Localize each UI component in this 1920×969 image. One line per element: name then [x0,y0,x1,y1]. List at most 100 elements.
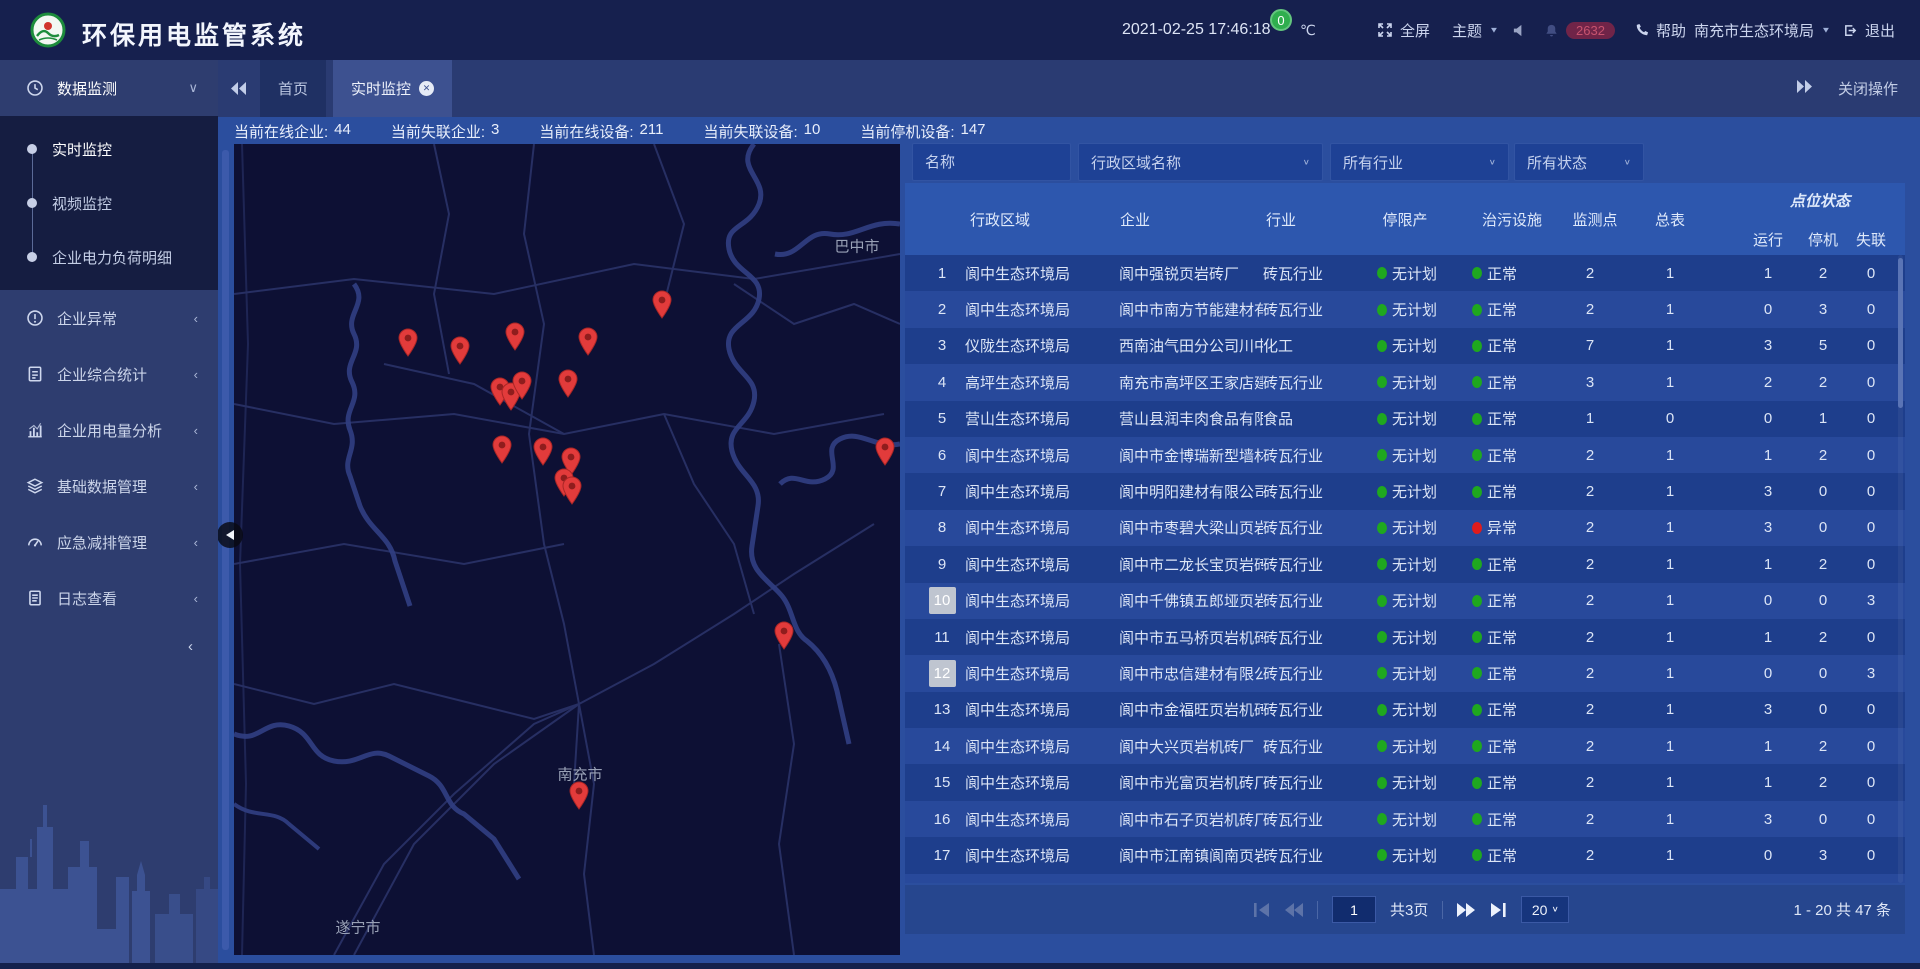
sidebar-collapse-chevron-icon[interactable]: ‹ [188,638,193,655]
map-pin-icon[interactable] [449,335,471,365]
sidebar-item-1[interactable]: 企业异常‹ [0,290,218,346]
stop-cell: 0 [1798,473,1848,509]
status-filter-select[interactable]: 所有状态 ∨ [1514,143,1644,181]
status-dot-green [1472,704,1482,716]
sidebar-subitem-0[interactable]: 实时监控 [0,122,218,176]
sidebar-subitem-1[interactable]: 视频监控 [0,176,218,230]
col-header-lost: 失联 [1846,229,1896,250]
sidebar-item-4[interactable]: 基础数据管理‹ [0,458,218,514]
tab-close-icon[interactable]: ✕ [419,81,434,96]
table-row[interactable]: 7阆中生态环境局阆中明阳建材有限公司砖瓦行业无计划正常21300 [905,473,1905,509]
industry-filter-select[interactable]: 所有行业 ∨ [1330,143,1509,181]
name-filter-input-box[interactable] [912,143,1071,181]
map-pin-icon[interactable] [577,326,599,356]
map-pin-icon[interactable] [651,289,673,319]
map-pin-icon[interactable] [532,436,554,466]
tabs-scroll-right-icon[interactable] [1796,80,1812,97]
status-dot-green [1472,595,1482,607]
region-filter-select[interactable]: 行政区域名称 ∨ [1078,143,1323,181]
sidebar-submenu: 实时监控视频监控企业电力负荷明细 [0,116,218,290]
points-cell: 2 [1565,764,1615,800]
limit-status-text: 无计划 [1392,517,1437,538]
close-operations-button[interactable]: 关闭操作 [1838,78,1898,99]
sound-mute-button[interactable] [1512,0,1527,60]
map-pin-icon[interactable] [491,434,513,464]
map-canvas[interactable]: 巴中市南充市遂宁市 [234,144,900,955]
prev-page-button[interactable] [1285,903,1303,917]
table-row[interactable]: 6阆中生态环境局阆中市金博瑞新型墙材砖瓦行业无计划正常21120 [905,437,1905,473]
table-row[interactable]: 13阆中生态环境局阆中市金福旺页岩机砖砖瓦行业无计划正常21300 [905,692,1905,728]
map-pin-icon[interactable] [511,370,533,400]
notification-area[interactable]: 2632 [1544,0,1615,60]
map-pin-icon[interactable] [397,327,419,357]
stop-cell: 2 [1798,364,1848,400]
page-number-input[interactable] [1332,896,1376,923]
speaker-icon [1512,23,1527,38]
sidebar-item-5[interactable]: 应急减排管理‹ [0,514,218,570]
table-row[interactable]: 15阆中生态环境局阆中市光富页岩机砖厂砖瓦行业无计划正常21120 [905,764,1905,800]
map-pin-icon[interactable] [504,321,526,351]
panel-collapse-toggle[interactable] [217,522,243,548]
table-row[interactable]: 5营山生态环境局营山县润丰肉食品有限食品无计划正常10010 [905,401,1905,437]
map-pin-icon[interactable] [773,620,795,650]
sidebar-item-3[interactable]: 企业用电量分析‹ [0,402,218,458]
table-row[interactable]: 12阆中生态环境局阆中市忠信建材有限公砖瓦行业无计划正常21003 [905,655,1905,691]
next-page-button[interactable] [1457,903,1475,917]
col-header-industry: 行业 [1231,209,1331,230]
row-number: 16 [929,806,956,833]
help-button[interactable]: 帮助 [1634,0,1686,60]
map-pin-icon[interactable] [874,436,896,466]
run-cell: 0 [1743,291,1793,327]
tab-1[interactable]: 实时监控✕ [333,60,452,117]
limit-status-text: 无计划 [1392,445,1437,466]
sidebar-subitem-2[interactable]: 企业电力负荷明细 [0,230,218,284]
points-cell: 2 [1565,546,1615,582]
content-scrollbar[interactable] [222,150,229,950]
table-scrollbar-thumb[interactable] [1898,258,1903,408]
table-row[interactable]: 11阆中生态环境局阆中市五马桥页岩机砖砖瓦行业无计划正常21120 [905,619,1905,655]
limit-status-cell: 无计划 [1377,401,1469,437]
meters-cell: 1 [1645,364,1695,400]
map-pin-icon[interactable] [568,780,590,810]
logout-button[interactable]: 退出 [1843,0,1895,60]
tab-0[interactable]: 首页 [260,60,326,117]
table-row[interactable]: 4高坪生态环境局南充市高坪区王家店建砖瓦行业无计划正常31220 [905,364,1905,400]
run-cell: 1 [1743,619,1793,655]
name-search-input[interactable] [925,154,1058,171]
theme-button[interactable]: 主题 ▼ [1452,0,1499,60]
chevron-left-icon: ‹ [194,479,198,494]
limit-status-cell: 无计划 [1377,583,1469,619]
run-cell: 3 [1743,510,1793,546]
table-row[interactable]: 3仪陇生态环境局西南油气田分公司川中化工无计划正常71350 [905,328,1905,364]
table-row[interactable]: 2阆中生态环境局阆中市南方节能建材有砖瓦行业无计划正常21030 [905,291,1905,327]
table-row[interactable]: 8阆中生态环境局阆中市枣碧大梁山页岩砖瓦行业无计划异常21300 [905,510,1905,546]
bullet-dot-icon [27,252,37,262]
row-number: 14 [929,733,956,760]
stop-cell: 0 [1798,692,1848,728]
map-pin-icon[interactable] [557,368,579,398]
sidebar-item-label: 企业异常 [57,308,117,329]
table-row[interactable]: 18南部生态环境局南部县砖瓦建材有限公建材加工无计划正常60060 [905,874,1905,883]
sidebar-item-6[interactable]: 日志查看‹ [0,570,218,626]
temperature-badge: 0 [1270,9,1292,31]
org-menu-button[interactable]: 南充市生态环境局 ▼ [1694,0,1831,60]
tabs-scroll-left-icon[interactable] [218,60,260,117]
fullscreen-button[interactable]: 全屏 [1377,0,1430,60]
table-row[interactable]: 16阆中生态环境局阆中市石子页岩机砖厂砖瓦行业无计划正常21300 [905,801,1905,837]
table-row[interactable]: 14阆中生态环境局阆中大兴页岩机砖厂砖瓦行业无计划正常21120 [905,728,1905,764]
sidebar-item-2[interactable]: 企业综合统计‹ [0,346,218,402]
table-row[interactable]: 10阆中生态环境局阆中千佛镇五郎垭页岩砖瓦行业无计划正常21003 [905,583,1905,619]
sidebar-item-0[interactable]: 数据监测∨ [0,60,218,116]
last-page-button[interactable] [1489,903,1507,917]
page-size-select[interactable]: 20 ∨ [1521,896,1569,923]
lost-cell: 0 [1846,255,1896,291]
table-row[interactable]: 9阆中生态环境局阆中市二龙长宝页岩砖砖瓦行业无计划正常21120 [905,546,1905,582]
table-row[interactable]: 17阆中生态环境局阆中市江南镇阆南页岩砖瓦行业无计划正常21030 [905,837,1905,873]
tab-bar: 首页实时监控✕ 关闭操作 [218,60,1920,117]
facility-status-text: 正常 [1487,809,1517,830]
table-row[interactable]: 1阆中生态环境局阆中强锐页岩砖厂砖瓦行业无计划正常21120 [905,255,1905,291]
map-pin-icon[interactable] [561,475,583,505]
first-page-button[interactable] [1253,903,1271,917]
status-dot-green [1377,522,1387,534]
company-cell: 阆中大兴页岩机砖厂 [1119,728,1263,764]
